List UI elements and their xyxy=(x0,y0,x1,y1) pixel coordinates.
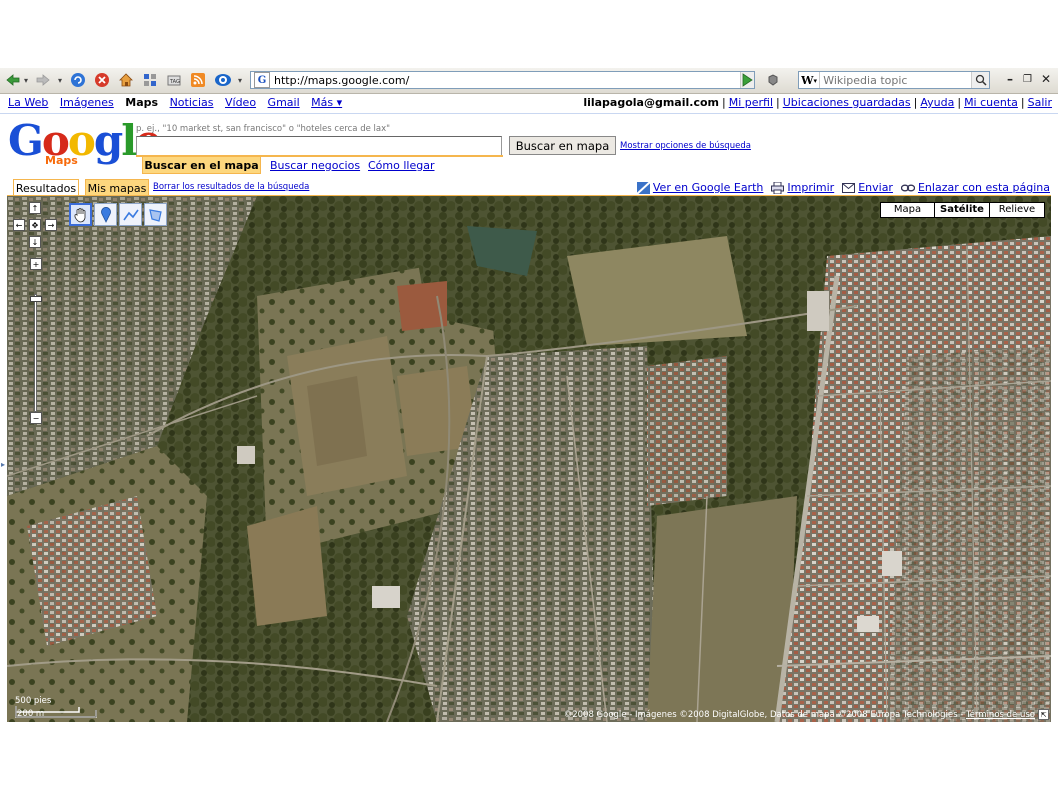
wikipedia-search-input[interactable] xyxy=(820,73,972,87)
logo-maps-label: Maps xyxy=(45,154,78,167)
view-in-earth-label[interactable]: Ver en Google Earth xyxy=(653,181,763,194)
search-options-link[interactable]: Mostrar opciones de búsqueda xyxy=(620,141,751,151)
eye-dropdown[interactable]: ▾ xyxy=(238,71,242,89)
placemark-tool-icon[interactable] xyxy=(94,203,117,226)
pan-up-icon[interactable]: ↑ xyxy=(29,202,41,214)
search-map-button[interactable]: Buscar en mapa xyxy=(509,136,616,155)
map-type-terrain-button[interactable]: Relieve xyxy=(990,202,1045,218)
tab-search-businesses[interactable]: Buscar negocios xyxy=(270,157,360,173)
tag-icon[interactable]: TAG xyxy=(166,71,182,89)
gbar-link-video[interactable]: Vídeo xyxy=(225,96,256,109)
search-hint: p. ej., "10 market st, san francisco" o … xyxy=(136,124,391,134)
map-type-control: Mapa Satélite Relieve xyxy=(880,202,1045,218)
gbar-link-signout[interactable]: Salir xyxy=(1028,96,1052,109)
go-icon[interactable] xyxy=(740,71,754,89)
search-go-icon[interactable] xyxy=(971,72,989,88)
zoom-slider[interactable] xyxy=(30,294,42,412)
wikipedia-icon: W xyxy=(801,73,814,87)
clear-results-link[interactable]: Borrar los resultados de la búsqueda xyxy=(153,182,309,192)
bookmarks-icon[interactable] xyxy=(142,71,158,89)
tab-my-maps[interactable]: Mis mapas xyxy=(85,179,149,196)
link-label[interactable]: Enlazar con esta página xyxy=(918,181,1050,194)
gbar-link-images[interactable]: Imágenes xyxy=(60,96,114,109)
rss-icon[interactable] xyxy=(190,71,206,89)
hand-tool-icon[interactable] xyxy=(69,203,92,226)
gbar-link-account[interactable]: Mi cuenta xyxy=(964,96,1018,109)
satellite-imagery[interactable] xyxy=(7,196,1051,722)
extension-icon[interactable] xyxy=(766,71,780,89)
link-icon xyxy=(900,184,915,191)
tab-search-map[interactable]: Buscar en el mapa xyxy=(142,157,261,174)
tab-results[interactable]: Resultados xyxy=(13,179,79,196)
gbar-link-help[interactable]: Ayuda xyxy=(920,96,954,109)
link-map[interactable]: Enlazar con esta página xyxy=(900,181,1050,194)
browser-toolbar: ▾ ▾ TAG ▾ G http://maps.google.com/ ▾ W▾ xyxy=(0,68,1058,94)
minimize-icon[interactable]: – xyxy=(1007,72,1013,86)
map-type-map-button[interactable]: Mapa xyxy=(880,202,935,218)
eye-icon[interactable] xyxy=(214,71,232,89)
scale-bar: 500 pies 200 m xyxy=(15,696,97,719)
gbar-link-news[interactable]: Noticias xyxy=(170,96,214,109)
user-email: lilapagola@gmail.com xyxy=(583,96,719,109)
mail-icon xyxy=(842,182,856,193)
search-engine-selector[interactable]: W ▾ xyxy=(799,72,821,88)
gbar-link-web[interactable]: La Web xyxy=(8,96,48,109)
google-maps-logo[interactable]: Google Maps xyxy=(8,119,162,171)
restore-icon[interactable]: ❐ xyxy=(1023,74,1032,85)
gbar-current-maps: Maps xyxy=(125,96,159,109)
send-map[interactable]: Enviar xyxy=(842,181,893,194)
satellite-map[interactable]: ↑ ← ✥ → ↓ + − Mapa Satélite Relieve 500 … xyxy=(7,196,1051,722)
gbar-link-more[interactable]: Más ▾ xyxy=(311,96,342,109)
mymaps-tools xyxy=(69,203,167,226)
pan-left-icon[interactable]: ← xyxy=(13,219,25,231)
shape-tool-icon[interactable] xyxy=(144,203,167,226)
url-bar[interactable]: G http://maps.google.com/ ▾ xyxy=(250,71,755,89)
svg-text:TAG: TAG xyxy=(169,79,180,85)
pan-right-icon[interactable]: → xyxy=(45,219,57,231)
view-in-earth[interactable]: Ver en Google Earth xyxy=(636,181,763,194)
zoom-handle[interactable] xyxy=(30,296,42,302)
tab-directions[interactable]: Cómo llegar xyxy=(368,157,434,173)
reload-icon[interactable] xyxy=(70,71,86,89)
line-tool-icon[interactable] xyxy=(119,203,142,226)
wikipedia-search-box[interactable]: W ▾ xyxy=(798,71,990,89)
close-icon[interactable]: ✕ xyxy=(1041,72,1051,86)
gbar-divider xyxy=(0,113,1058,114)
copyright-text: ©2008 Google - Imágenes ©2008 DigitalGlo… xyxy=(563,710,966,720)
forward-icon[interactable] xyxy=(36,71,50,89)
pan-center-icon[interactable]: ✥ xyxy=(29,219,41,231)
gbar-link-saved-locations[interactable]: Ubicaciones guardadas xyxy=(783,96,911,109)
zoom-out-icon[interactable]: − xyxy=(30,412,42,424)
collapse-panel-icon[interactable]: ▸ xyxy=(1,460,5,469)
map-search-input[interactable] xyxy=(136,136,502,156)
url-text[interactable]: http://maps.google.com/ xyxy=(274,74,740,87)
earth-icon xyxy=(636,181,650,194)
map-type-satellite-button[interactable]: Satélite xyxy=(935,202,990,218)
pan-down-icon[interactable]: ↓ xyxy=(29,236,41,248)
site-favicon: G xyxy=(254,72,270,88)
print-map[interactable]: Imprimir xyxy=(771,181,834,194)
print-icon xyxy=(771,181,785,194)
terms-link[interactable]: Términos de uso xyxy=(966,710,1035,720)
overview-toggle-icon[interactable]: ⇱ xyxy=(1038,709,1049,720)
scale-meters: 200 m xyxy=(17,709,45,719)
gbar-link-gmail[interactable]: Gmail xyxy=(268,96,300,109)
google-bar: La Web Imágenes Maps Noticias Vídeo Gmai… xyxy=(0,95,1058,112)
print-label[interactable]: Imprimir xyxy=(787,181,834,194)
map-actions: Ver en Google Earth Imprimir Enviar Enla… xyxy=(636,181,1050,194)
forward-history-dropdown[interactable]: ▾ xyxy=(58,71,62,89)
back-icon[interactable] xyxy=(6,71,20,89)
stop-icon[interactable] xyxy=(94,71,110,89)
map-copyright: ©2008 Google - Imágenes ©2008 DigitalGlo… xyxy=(564,710,1035,720)
zoom-in-icon[interactable]: + xyxy=(30,258,42,270)
gbar-account: lilapagola@gmail.com | Mi perfil | Ubicacion… xyxy=(583,96,1052,109)
send-label[interactable]: Enviar xyxy=(858,181,893,194)
gbar-link-profile[interactable]: Mi perfil xyxy=(729,96,773,109)
back-history-dropdown[interactable]: ▾ xyxy=(24,71,28,89)
scale-feet: 500 pies xyxy=(15,696,52,706)
home-icon[interactable] xyxy=(118,71,134,89)
gbar-services: La Web Imágenes Maps Noticias Vídeo Gmai… xyxy=(8,96,350,109)
zoom-track-bar[interactable] xyxy=(34,294,37,412)
